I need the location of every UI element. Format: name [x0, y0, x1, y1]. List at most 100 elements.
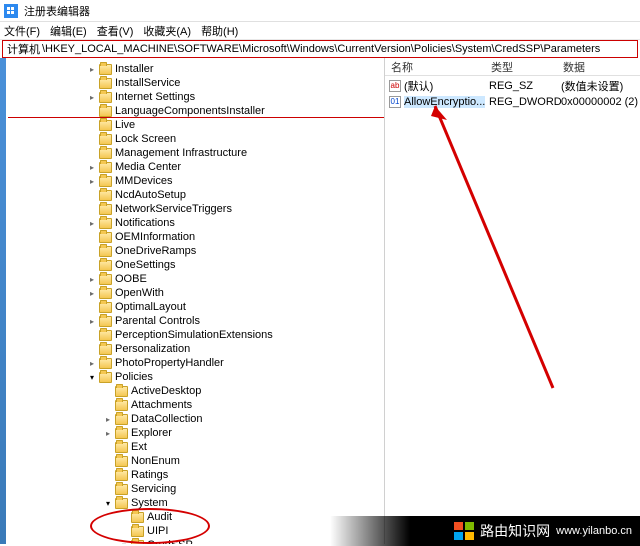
expander-icon[interactable]: ▸ [86, 287, 98, 299]
value-data: (数值未设置) [557, 78, 640, 94]
menu-favorites[interactable]: 收藏夹(A) [143, 23, 191, 39]
menu-file[interactable]: 文件(F) [4, 23, 40, 39]
tree-node[interactable]: InstallService [86, 76, 384, 90]
folder-icon [115, 442, 128, 453]
menu-view[interactable]: 查看(V) [97, 23, 134, 39]
expander-icon[interactable]: ▸ [86, 91, 98, 103]
tree-node[interactable]: ActiveDesktop [86, 384, 384, 398]
folder-icon [99, 372, 112, 383]
folder-icon [115, 414, 128, 425]
tree-node[interactable]: Personalization [86, 342, 384, 356]
tree-node[interactable]: Servicing [86, 482, 384, 496]
expander-icon[interactable]: ▸ [86, 357, 98, 369]
folder-icon [99, 218, 112, 229]
tree-node[interactable]: Attachments [86, 398, 384, 412]
tree-node[interactable]: OptimalLayout [86, 300, 384, 314]
tree-label: Installer [115, 63, 154, 75]
tree-node[interactable]: Ext [86, 440, 384, 454]
folder-icon [99, 204, 112, 215]
col-header-data[interactable]: 数据 [557, 59, 640, 75]
tree-label: Parental Controls [115, 315, 200, 327]
tree-node[interactable]: ▸ Parental Controls [86, 314, 384, 328]
expander-icon[interactable]: ▸ [86, 315, 98, 327]
tree-node[interactable]: ▸DataCollection [86, 412, 384, 426]
tree-label: OneDriveRamps [115, 245, 196, 257]
tree-label: Servicing [131, 483, 176, 495]
tree-label: Ratings [131, 469, 168, 481]
registry-tree[interactable]: ▸ Installer InstallService▸Internet Settin… [6, 58, 384, 544]
value-name: (默认) [404, 78, 433, 94]
col-header-type[interactable]: 类型 [485, 59, 557, 75]
expander-icon[interactable]: ▸ [86, 273, 98, 285]
expander-icon[interactable]: ▸ [86, 175, 98, 187]
tree-label: Media Center [115, 161, 181, 173]
tree-label: Policies [115, 371, 153, 383]
expander-icon[interactable]: ▾ [102, 497, 114, 509]
tree-node[interactable]: Live [86, 118, 384, 132]
address-bar[interactable]: 计算机 \HKEY_LOCAL_MACHINE\SOFTWARE\Microso… [2, 40, 638, 58]
tree-label: OOBE [115, 273, 147, 285]
tree-node[interactable]: LanguageComponentsInstaller [86, 104, 384, 118]
menu-help[interactable]: 帮助(H) [201, 23, 238, 39]
tree-label: MMDevices [115, 175, 172, 187]
tree-node[interactable]: ▸Explorer [86, 426, 384, 440]
watermark: 路由知识网 www.yilanbo.cn [410, 516, 640, 546]
tree-node[interactable]: OEMInformation [86, 230, 384, 244]
value-row[interactable]: ab(默认)REG_SZ(数值未设置) [385, 78, 640, 94]
tree-node[interactable]: ▸ OOBE [86, 272, 384, 286]
folder-icon [99, 176, 112, 187]
tree-label: Attachments [131, 399, 192, 411]
tree-label: OneSettings [115, 259, 176, 271]
column-header[interactable]: 名称 类型 数据 [385, 58, 640, 76]
expander-icon[interactable]: ▸ [102, 413, 114, 425]
tree-node[interactable]: ▾ Policies [86, 370, 384, 384]
folder-icon [99, 148, 112, 159]
title-bar: 注册表编辑器 [0, 0, 640, 22]
folder-icon [115, 470, 128, 481]
tree-node[interactable]: ▸ Installer [86, 62, 384, 76]
tree-node[interactable]: PerceptionSimulationExtensions [86, 328, 384, 342]
tree-node[interactable]: ▸ MMDevices [86, 174, 384, 188]
tree-node[interactable]: Ratings [86, 468, 384, 482]
tree-label: PerceptionSimulationExtensions [115, 329, 273, 341]
folder-icon [99, 288, 112, 299]
tree-node[interactable]: ▸ PhotoPropertyHandler [86, 356, 384, 370]
tree-node[interactable]: Lock Screen [86, 132, 384, 146]
tree-node[interactable]: Management Infrastructure [86, 146, 384, 160]
value-type: REG_SZ [485, 80, 557, 92]
tree-node[interactable]: ▸Internet Settings [86, 90, 384, 104]
tree-label: OEMInformation [115, 231, 195, 243]
menu-edit[interactable]: 编辑(E) [50, 23, 87, 39]
folder-icon [99, 92, 112, 103]
folder-icon [99, 358, 112, 369]
tree-label: Notifications [115, 217, 175, 229]
expander-icon[interactable]: ▾ [86, 371, 98, 383]
value-type-icon: 01 [389, 96, 401, 108]
tree-node[interactable]: ▸ Notifications [86, 216, 384, 230]
expander-icon[interactable]: ▸ [102, 427, 114, 439]
folder-icon [99, 78, 112, 89]
col-header-name[interactable]: 名称 [385, 59, 485, 75]
tree-node[interactable]: NcdAutoSetup [86, 188, 384, 202]
tree-node[interactable]: OneDriveRamps [86, 244, 384, 258]
app-icon [4, 4, 18, 18]
tree-label: InstallService [115, 77, 180, 89]
watermark-url: www.yilanbo.cn [556, 525, 632, 537]
tree-label: PhotoPropertyHandler [115, 357, 224, 369]
folder-icon [99, 120, 112, 131]
expander-icon[interactable]: ▸ [86, 161, 98, 173]
tree-node[interactable]: NetworkServiceTriggers [86, 202, 384, 216]
folder-icon [99, 274, 112, 285]
tree-node[interactable]: ▸OpenWith [86, 286, 384, 300]
expander-icon[interactable]: ▸ [86, 217, 98, 229]
address-path: \HKEY_LOCAL_MACHINE\SOFTWARE\Microsoft\W… [42, 43, 600, 55]
expander-icon[interactable]: ▸ [86, 63, 98, 75]
tree-node[interactable]: OneSettings [86, 258, 384, 272]
tree-label: NetworkServiceTriggers [115, 203, 232, 215]
annotation-circle [90, 508, 210, 544]
tree-node[interactable]: NonEnum [86, 454, 384, 468]
value-row[interactable]: 01AllowEncryptio...REG_DWORD0x00000002 (… [385, 94, 640, 110]
tree-node[interactable]: ▸ Media Center [86, 160, 384, 174]
windows-flag-icon [454, 522, 474, 540]
folder-icon [99, 246, 112, 257]
